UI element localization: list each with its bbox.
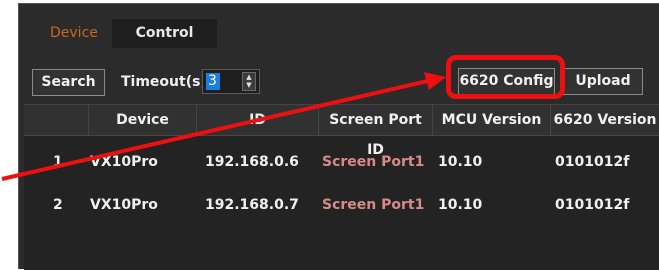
annotation-arrow-head	[424, 72, 446, 90]
annotation-arrow	[1, 72, 446, 181]
annotation-arrow-line	[1, 78, 433, 181]
